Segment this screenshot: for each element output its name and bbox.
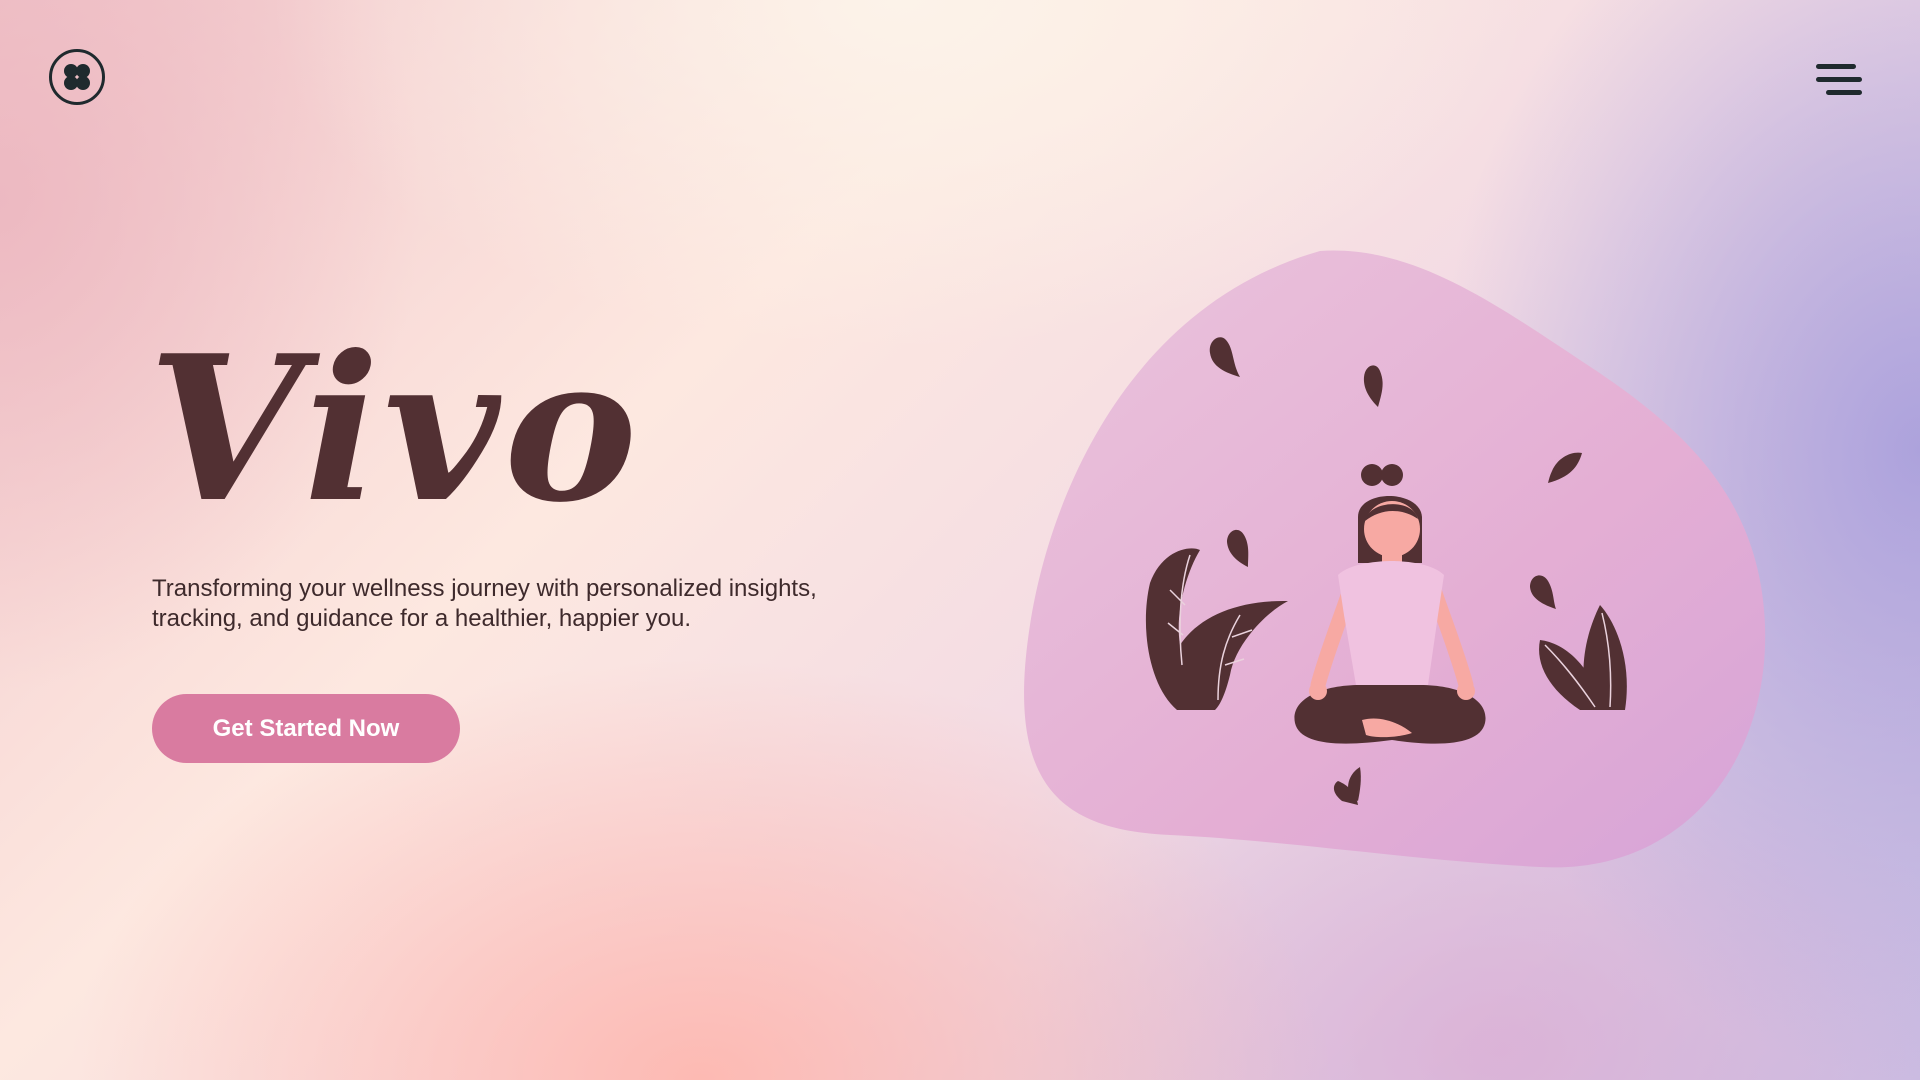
four-leaf-clover-icon bbox=[64, 64, 90, 90]
hero-subtitle: Transforming your wellness journey with … bbox=[152, 575, 817, 632]
menu-button[interactable] bbox=[1812, 60, 1866, 100]
meditation-illustration bbox=[1024, 250, 1766, 868]
hamburger-menu-icon bbox=[1816, 64, 1862, 95]
logo[interactable] bbox=[49, 49, 105, 105]
hero-title: Vivo bbox=[148, 312, 642, 547]
get-started-button[interactable]: Get Started Now bbox=[152, 694, 460, 763]
